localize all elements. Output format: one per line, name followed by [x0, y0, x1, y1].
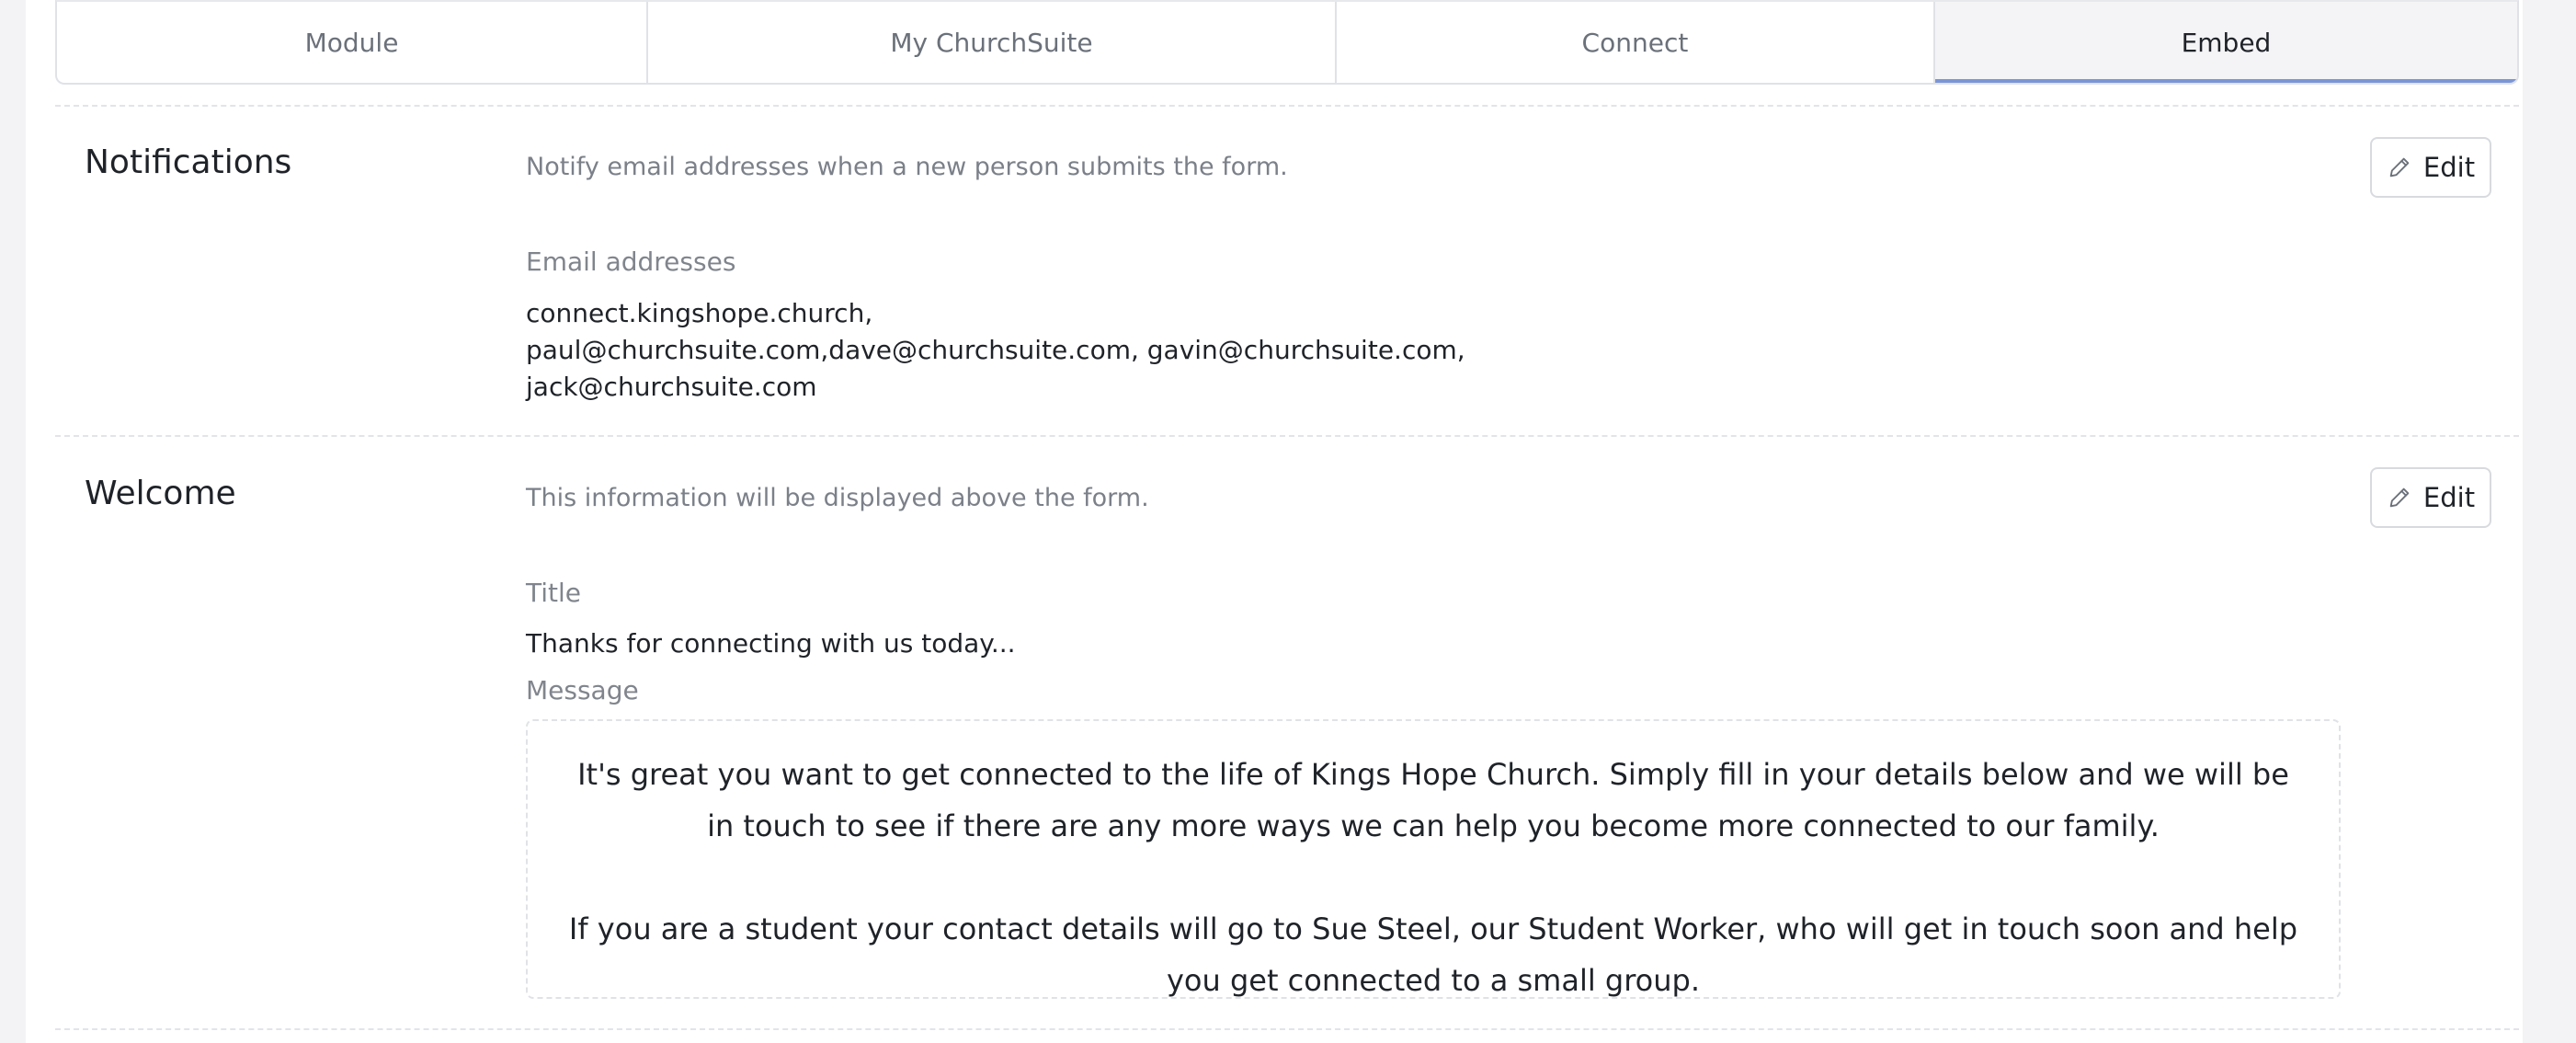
welcome-title: Welcome [85, 475, 236, 512]
email-line: connect.kingshope.church, [526, 298, 873, 328]
edit-button-label: Edit [2422, 482, 2476, 513]
welcome-message-label: Message [526, 675, 639, 705]
tab-embed[interactable]: Embed [1934, 2, 2517, 83]
message-paragraph: It's great you want to get connected to … [577, 757, 2289, 843]
welcome-description: This information will be displayed above… [526, 484, 1149, 512]
pencil-icon [2389, 487, 2410, 508]
email-addresses-label: Email addresses [526, 246, 736, 277]
edit-button-label: Edit [2422, 152, 2476, 183]
section-divider [55, 435, 2519, 437]
section-divider [55, 105, 2519, 107]
section-divider [55, 1028, 2519, 1030]
email-line: paul@churchsuite.com,dave@churchsuite.co… [526, 335, 1465, 365]
notifications-edit-button[interactable]: Edit [2370, 137, 2491, 198]
email-addresses-value: connect.kingshope.church, paul@churchsui… [526, 295, 1465, 406]
tab-connect[interactable]: Connect [1337, 2, 1935, 83]
tab-bar: Module My ChurchSuite Connect Embed [55, 0, 2519, 85]
tab-my-churchsuite[interactable]: My ChurchSuite [648, 2, 1337, 83]
tab-module[interactable]: Module [57, 2, 649, 83]
message-paragraph: If you are a student your contact detail… [568, 911, 2298, 998]
notifications-description: Notify email addresses when a new person… [526, 153, 1288, 181]
notifications-title: Notifications [85, 143, 292, 181]
welcome-title-value: Thanks for connecting with us today... [526, 628, 1016, 659]
pencil-icon [2389, 157, 2410, 178]
settings-page: Module My ChurchSuite Connect Embed Noti… [26, 0, 2523, 1043]
welcome-message-preview: It's great you want to get connected to … [526, 719, 2341, 999]
welcome-edit-button[interactable]: Edit [2370, 467, 2491, 528]
email-line: jack@churchsuite.com [526, 372, 817, 402]
welcome-title-label: Title [526, 578, 582, 608]
